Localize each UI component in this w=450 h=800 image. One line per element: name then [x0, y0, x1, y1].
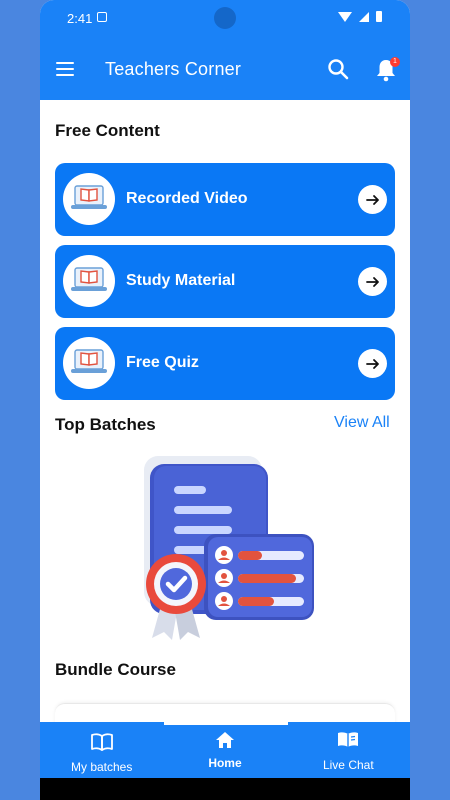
- free-quiz-label: Free Quiz: [126, 354, 199, 371]
- signal-icon: [359, 11, 369, 22]
- arrow-right-icon[interactable]: [358, 185, 387, 214]
- laptop-book-icon: [63, 255, 115, 307]
- nav-home-label: Home: [208, 756, 242, 770]
- laptop-book-icon: [63, 173, 115, 225]
- hamburger-menu-icon[interactable]: [56, 62, 74, 76]
- free-quiz-card[interactable]: Free Quiz: [55, 327, 395, 400]
- book-icon: [90, 733, 113, 751]
- arrow-right-icon[interactable]: [358, 349, 387, 378]
- wifi-icon: [338, 11, 352, 22]
- document-checklist-illustration: [144, 456, 314, 640]
- status-icons: [338, 11, 382, 22]
- search-icon[interactable]: [326, 57, 350, 81]
- bottom-navigation: My batches Home Live Chat: [40, 722, 410, 778]
- nav-home[interactable]: Home: [163, 722, 286, 778]
- free-content-title: Free Content: [55, 121, 160, 140]
- notification-badge: 1: [390, 57, 400, 67]
- nav-live-chat-label: Live Chat: [322, 758, 374, 772]
- open-book-icon: [338, 732, 359, 747]
- laptop-book-icon: [63, 337, 115, 389]
- status-bar: 2:41: [40, 0, 410, 36]
- nav-live-chat[interactable]: Live Chat: [287, 722, 410, 778]
- recorded-video-card[interactable]: Recorded Video: [55, 163, 395, 236]
- app-screen: 2:41 Teachers Corner 1 Free Content Reco…: [40, 0, 410, 800]
- app-bar: 2:41 Teachers Corner 1: [40, 0, 410, 100]
- nav-my-batches-label: My batches: [70, 760, 133, 774]
- home-icon: [215, 732, 234, 748]
- recorded-video-label: Recorded Video: [126, 190, 248, 207]
- battery-icon: [376, 11, 382, 22]
- screen-record-icon: [97, 12, 107, 22]
- status-time: 2:41: [67, 11, 93, 26]
- study-material-card[interactable]: Study Material: [55, 245, 395, 318]
- nav-active-indicator: [164, 722, 288, 725]
- view-all-link[interactable]: View All: [334, 414, 390, 432]
- nav-my-batches[interactable]: My batches: [40, 722, 163, 778]
- gesture-bar: [40, 778, 410, 800]
- bundle-course-title: Bundle Course: [55, 660, 176, 679]
- app-title: Teachers Corner: [105, 59, 242, 79]
- top-batches-title: Top Batches: [55, 415, 156, 434]
- arrow-right-icon[interactable]: [358, 267, 387, 296]
- camera-cutout: [214, 7, 236, 29]
- study-material-label: Study Material: [126, 272, 236, 289]
